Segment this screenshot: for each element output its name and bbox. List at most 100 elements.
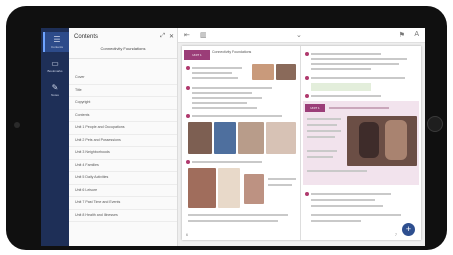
book-viewer: ⇤ ▥ ⌄ ⚑ A UNIT 1 Connectivity Foundation… [178,28,425,246]
toc-item[interactable]: Unit 7 Past Time and Events [69,197,177,210]
photo [266,122,296,154]
add-button[interactable]: + [402,223,415,236]
rail-item-bookmarks[interactable]: ▭ Bookmarks [43,56,67,76]
text-line [307,124,337,126]
rail-label: Contents [50,44,63,49]
text-line [307,150,337,152]
toc-item[interactable]: Cover [69,72,177,85]
text-line [307,170,367,172]
text-line [192,107,257,109]
back-icon[interactable]: ⇤ [184,31,190,39]
close-icon[interactable]: ✕ [169,33,174,40]
text-line [192,115,282,117]
page-number: 7 [395,233,397,237]
photo [238,122,264,154]
section-marker [186,86,190,90]
book-spread[interactable]: UNIT 1 Connectivity Foundations 6 UNIT 1… [182,46,421,240]
text-line [192,72,232,74]
text-line [307,136,335,138]
text-line [268,184,292,186]
unit-heading: Connectivity Foundations [212,50,252,54]
page-number: 6 [186,233,188,237]
toc-list: Cover Title Copyright Contents Unit 1 Pe… [69,72,177,222]
photo [188,168,216,208]
text-line [311,205,383,207]
toc-item[interactable]: Unit 8 Health and Illnesses [69,210,177,222]
text-line [311,220,361,222]
text-line [329,107,389,109]
text-line [192,77,238,79]
answer-box [311,83,371,91]
contents-panel: Contents ⤢ ✕ Connectivity Foundations Co… [69,28,178,246]
text-line [311,63,399,65]
text-line [307,130,341,132]
unit-tag: UNIT 1 [305,104,325,112]
section-marker [186,66,190,70]
text-line [192,97,262,99]
toc-item[interactable]: Unit 6 Leisure [69,185,177,197]
rail-item-contents[interactable]: ☰ Contents [43,32,69,52]
photo [276,64,296,80]
text-line [192,161,262,163]
text-line [311,53,381,55]
section-marker [305,192,309,196]
note-icon: ✎ [51,82,59,92]
text-line [307,118,341,120]
photo [244,174,264,204]
photo [359,122,379,158]
toc-item[interactable]: Title [69,85,177,97]
panel-title: Contents [74,34,99,40]
bookmark-icon[interactable]: ⚑ [399,31,405,39]
viewer-toolbar: ⇤ ▥ ⌄ ⚑ A [178,28,425,43]
text-line [311,95,381,97]
text-line [192,87,272,89]
photo [252,64,274,80]
toc-item[interactable]: Unit 1 People and Occupations [69,122,177,135]
text-line [311,58,407,60]
section-marker [305,94,309,98]
list-icon: ☰ [53,34,61,44]
toc-item[interactable]: Unit 2 Pets and Possessions [69,135,177,147]
left-page[interactable]: UNIT 1 Connectivity Foundations 6 [182,46,301,240]
section-marker [186,160,190,164]
text-size-icon[interactable]: A [414,31,419,38]
bookmark-icon: ▭ [51,58,59,68]
app-screen: ☰ Contents ▭ Bookmarks ✎ Notes Contents … [41,28,425,246]
photo [214,122,236,154]
text-line [311,199,375,201]
expand-icon[interactable]: ⤢ [160,33,165,40]
book-title: Connectivity Foundations [100,46,146,51]
toc-item[interactable]: Unit 5 Daily Activities [69,172,177,185]
toc-item[interactable]: Unit 3 Neighborhoods [69,147,177,160]
text-line [192,92,252,94]
text-line [311,193,391,195]
text-line [311,214,401,216]
section-marker [305,76,309,80]
unit-banner: UNIT 1 [184,50,210,60]
toc-item[interactable]: Unit 4 Families [69,160,177,172]
toc-item[interactable]: Contents [69,110,177,122]
tablet-frame: ☰ Contents ▭ Bookmarks ✎ Notes Contents … [6,6,447,250]
layout-icon[interactable]: ▥ [200,31,207,39]
text-line [188,214,288,216]
rail-label: Notes [51,92,59,97]
rail-label: Bookmarks [47,68,63,73]
text-line [188,220,278,222]
camera-icon [14,122,20,128]
rail-item-notes[interactable]: ✎ Notes [43,80,67,100]
chevron-down-icon[interactable]: ⌄ [296,31,302,39]
photo [188,122,212,154]
photo [218,168,240,208]
home-button[interactable] [427,116,443,132]
text-line [192,102,247,104]
photo [385,120,407,160]
text-line [307,156,333,158]
panel-header: Contents ⤢ ✕ Connectivity Foundations [69,28,177,59]
section-marker [305,52,309,56]
toc-item[interactable]: Copyright [69,97,177,110]
text-line [311,68,371,70]
right-page[interactable]: UNIT 1 7 + [301,46,421,240]
section-marker [186,114,190,118]
side-rail: ☰ Contents ▭ Bookmarks ✎ Notes [41,28,69,246]
text-line [192,67,242,69]
